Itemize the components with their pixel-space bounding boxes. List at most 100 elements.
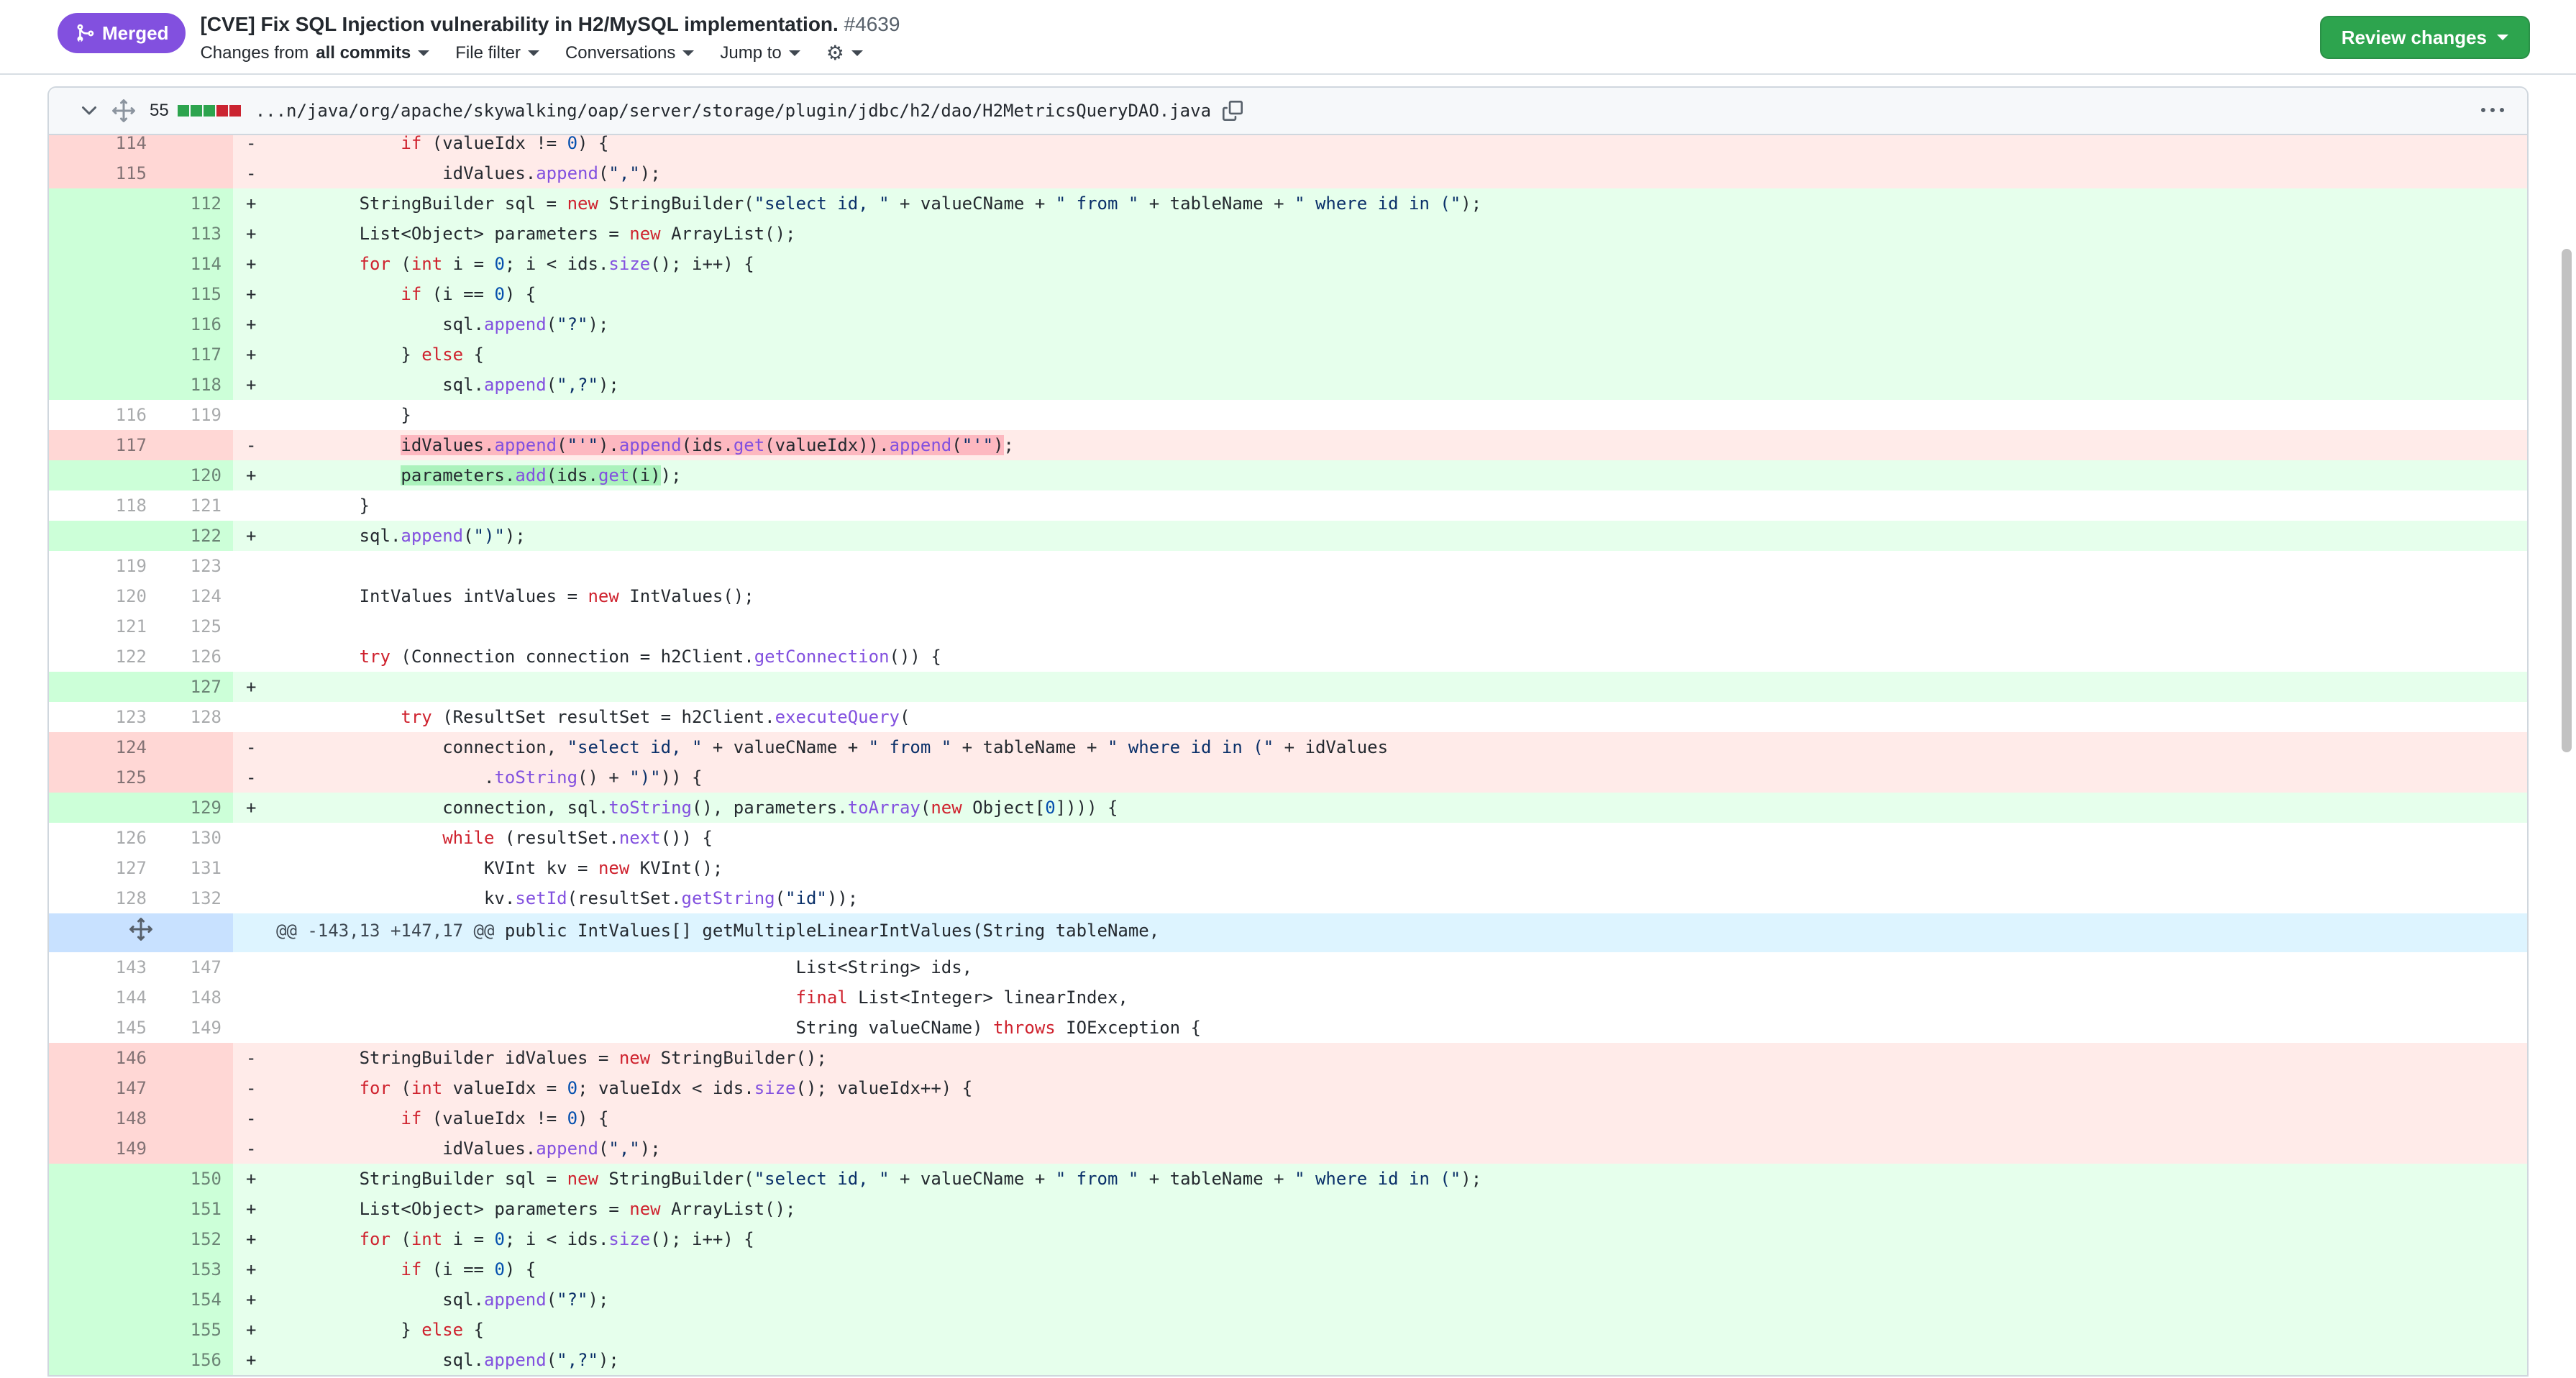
new-line-number[interactable]: 119: [158, 400, 233, 430]
new-line-number[interactable]: [158, 732, 233, 762]
old-line-number[interactable]: 145: [49, 1013, 158, 1043]
new-line-number[interactable]: 129: [158, 793, 233, 823]
old-line-number[interactable]: [49, 309, 158, 339]
code-line: final List<Integer> linearIndex,: [233, 982, 2527, 1013]
old-line-number[interactable]: [49, 1345, 158, 1375]
hunk-header-text: @@ -143,13 +147,17 @@ public IntValues[]…: [233, 913, 2527, 952]
new-line-number[interactable]: 112: [158, 188, 233, 219]
new-line-number[interactable]: 154: [158, 1285, 233, 1315]
new-line-number[interactable]: 123: [158, 551, 233, 581]
old-line-number[interactable]: [49, 1224, 158, 1254]
old-line-number[interactable]: 124: [49, 732, 158, 762]
old-line-number[interactable]: 122: [49, 642, 158, 672]
old-line-number[interactable]: 120: [49, 581, 158, 611]
new-line-number[interactable]: 113: [158, 219, 233, 249]
new-line-number[interactable]: [158, 135, 233, 158]
new-line-number[interactable]: 153: [158, 1254, 233, 1285]
jump-to-dropdown[interactable]: Jump to: [720, 43, 800, 63]
old-line-number[interactable]: [49, 460, 158, 490]
diff-row: 113+ List<Object> parameters = new Array…: [49, 219, 2527, 249]
old-line-number[interactable]: [49, 188, 158, 219]
new-line-number[interactable]: 116: [158, 309, 233, 339]
old-line-number[interactable]: 128: [49, 883, 158, 913]
new-line-number[interactable]: 131: [158, 853, 233, 883]
new-line-number[interactable]: [158, 762, 233, 793]
old-line-number[interactable]: 123: [49, 702, 158, 732]
new-line-number[interactable]: 148: [158, 982, 233, 1013]
chevron-down-icon: [851, 50, 863, 56]
expand-hunk-icon[interactable]: [49, 913, 233, 952]
review-changes-button[interactable]: Review changes: [2320, 16, 2530, 59]
vertical-scrollbar[interactable]: [2562, 249, 2572, 752]
old-line-number[interactable]: 144: [49, 982, 158, 1013]
old-line-number[interactable]: 126: [49, 823, 158, 853]
new-line-number[interactable]: [158, 430, 233, 460]
old-line-number[interactable]: 116: [49, 400, 158, 430]
file-options-button[interactable]: [2475, 99, 2510, 122]
file-filter-dropdown[interactable]: File filter: [455, 43, 539, 63]
old-line-number[interactable]: 119: [49, 551, 158, 581]
old-line-number[interactable]: 125: [49, 762, 158, 793]
new-line-number[interactable]: [158, 1103, 233, 1133]
new-line-number[interactable]: 128: [158, 702, 233, 732]
conversations-dropdown[interactable]: Conversations: [565, 43, 694, 63]
new-line-number[interactable]: 155: [158, 1315, 233, 1345]
old-line-number[interactable]: [49, 1315, 158, 1345]
new-line-number[interactable]: 125: [158, 611, 233, 642]
new-line-number[interactable]: [158, 1133, 233, 1164]
diff-sign: -: [246, 430, 276, 460]
diff-settings-dropdown[interactable]: ⚙: [826, 45, 863, 62]
old-line-number[interactable]: 127: [49, 853, 158, 883]
new-line-number[interactable]: 147: [158, 952, 233, 982]
new-line-number[interactable]: 127: [158, 672, 233, 702]
fold-file-button[interactable]: [75, 96, 104, 125]
new-line-number[interactable]: [158, 1043, 233, 1073]
old-line-number[interactable]: [49, 1254, 158, 1285]
new-line-number[interactable]: 156: [158, 1345, 233, 1375]
new-line-number[interactable]: 122: [158, 521, 233, 551]
new-line-number[interactable]: [158, 158, 233, 188]
diff-row: 116119 }: [49, 400, 2527, 430]
old-line-number[interactable]: 115: [49, 158, 158, 188]
new-line-number[interactable]: 121: [158, 490, 233, 521]
old-line-number[interactable]: [49, 521, 158, 551]
old-line-number[interactable]: [49, 1164, 158, 1194]
old-line-number[interactable]: 143: [49, 952, 158, 982]
drag-handle-icon[interactable]: [112, 99, 135, 122]
new-line-number[interactable]: 149: [158, 1013, 233, 1043]
old-line-number[interactable]: 147: [49, 1073, 158, 1103]
old-line-number[interactable]: 149: [49, 1133, 158, 1164]
old-line-number[interactable]: [49, 249, 158, 279]
new-line-number[interactable]: [158, 1073, 233, 1103]
copy-path-button[interactable]: [1223, 101, 1243, 121]
old-line-number[interactable]: [49, 1285, 158, 1315]
old-line-number[interactable]: [49, 793, 158, 823]
old-line-number[interactable]: [49, 339, 158, 370]
old-line-number[interactable]: 148: [49, 1103, 158, 1133]
new-line-number[interactable]: 151: [158, 1194, 233, 1224]
old-line-number[interactable]: 117: [49, 430, 158, 460]
new-line-number[interactable]: 132: [158, 883, 233, 913]
new-line-number[interactable]: 152: [158, 1224, 233, 1254]
old-line-number[interactable]: [49, 370, 158, 400]
new-line-number[interactable]: 115: [158, 279, 233, 309]
file-path[interactable]: ...n/java/org/apache/skywalking/oap/serv…: [255, 101, 1211, 121]
old-line-number[interactable]: 114: [49, 135, 158, 158]
new-line-number[interactable]: 120: [158, 460, 233, 490]
old-line-number[interactable]: [49, 1194, 158, 1224]
old-line-number[interactable]: 121: [49, 611, 158, 642]
new-line-number[interactable]: 150: [158, 1164, 233, 1194]
new-line-number[interactable]: 124: [158, 581, 233, 611]
old-line-number[interactable]: [49, 672, 158, 702]
new-line-number[interactable]: 114: [158, 249, 233, 279]
changes-from-dropdown[interactable]: Changes from all commits: [200, 43, 429, 63]
diff-row: 129+ connection, sql.toString(), paramet…: [49, 793, 2527, 823]
old-line-number[interactable]: [49, 279, 158, 309]
old-line-number[interactable]: [49, 219, 158, 249]
new-line-number[interactable]: 118: [158, 370, 233, 400]
new-line-number[interactable]: 126: [158, 642, 233, 672]
new-line-number[interactable]: 130: [158, 823, 233, 853]
old-line-number[interactable]: 118: [49, 490, 158, 521]
new-line-number[interactable]: 117: [158, 339, 233, 370]
old-line-number[interactable]: 146: [49, 1043, 158, 1073]
